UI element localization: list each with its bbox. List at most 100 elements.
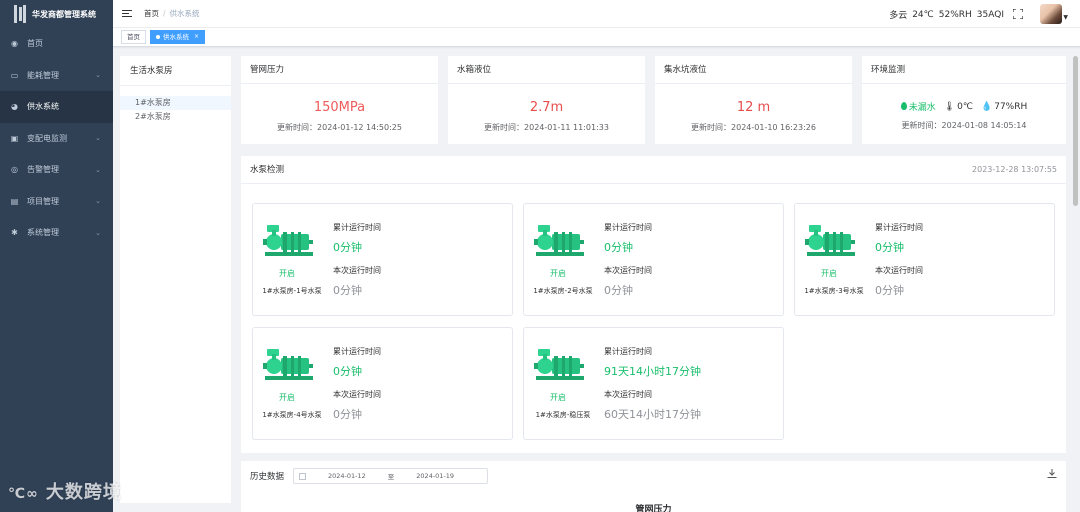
sidebar-item-label: 系统管理 bbox=[27, 228, 59, 238]
current-runtime-value: 60天14小时17分钟 bbox=[604, 408, 701, 421]
pump-card[interactable]: 开启 1#水泵房-稳压泵 累计运行时间 91天14小时17分钟 本次运行时间 60天14小… bbox=[523, 327, 784, 440]
pump-name: 1#水泵房-稳压泵 bbox=[535, 411, 591, 419]
weather-humidity: 52%RH bbox=[938, 9, 972, 20]
range-separator: 至 bbox=[387, 473, 395, 481]
sidebar-item-3[interactable]: ▣ 变配电监测 ⌄ bbox=[0, 123, 113, 155]
camera-icon: ▣ bbox=[10, 133, 19, 143]
water-drop-icon bbox=[900, 102, 907, 110]
pump-card[interactable]: 开启 1#水泵房-3号水泵 累计运行时间 0分钟 本次运行时间 0分钟 bbox=[794, 203, 1055, 316]
weather-info: 多云 24℃ 52%RH 35AQI bbox=[889, 8, 1004, 22]
water-pump-icon bbox=[263, 222, 315, 258]
total-runtime-value: 0分钟 bbox=[333, 241, 362, 254]
pump-card[interactable]: 开启 1#水泵房-4号水泵 累计运行时间 0分钟 本次运行时间 0分钟 bbox=[252, 327, 513, 440]
page-scrollbar[interactable] bbox=[1073, 56, 1078, 206]
chart-title: 管网压力 bbox=[635, 505, 672, 512]
current-runtime-label: 本次运行时间 bbox=[604, 266, 652, 275]
sidebar-item-5[interactable]: ▤ 项目管理 ⌄ bbox=[0, 186, 113, 218]
card-title: 环境监测 bbox=[862, 56, 1066, 84]
tank-level-value: 2.7m bbox=[529, 100, 564, 115]
pressure-update-time: 更新时间：2024-01-12 14:50:25 bbox=[277, 123, 402, 132]
sidebar-item-6[interactable]: ✱ 系统管理 ⌄ bbox=[0, 217, 113, 249]
watermark-logo-icon: ℃∞ bbox=[8, 486, 39, 502]
hamburger-icon[interactable] bbox=[122, 9, 132, 18]
sidebar-item-2[interactable]: ◕ 供水系统 bbox=[0, 91, 113, 123]
water-pump-icon bbox=[534, 222, 586, 258]
tree-item-room-1[interactable]: 1#水泵房 bbox=[120, 96, 231, 110]
chevron-down-icon[interactable]: ▼ bbox=[1063, 14, 1068, 21]
pump-state: 开启 bbox=[550, 393, 566, 402]
pump-monitor-section: 水泵检测 2023-12-28 13:07:55 开启 1#水泵房-1号水泵 累计运… bbox=[241, 156, 1066, 453]
pit-level-card: 集水坑液位 12 m 更新时间：2024-01-10 16:23:26 bbox=[655, 56, 852, 144]
brand-logo-icon bbox=[14, 5, 26, 23]
tank-level-card: 水箱液位 2.7m 更新时间：2024-01-11 11:01:33 bbox=[448, 56, 645, 144]
history-section: 历史数据 2024-01-12 至 2024-01-19 管网压力 bbox=[241, 461, 1066, 512]
current-runtime-label: 本次运行时间 bbox=[604, 390, 652, 399]
humidity-icon: 💧 bbox=[981, 101, 993, 112]
end-date[interactable]: 2024-01-19 bbox=[416, 472, 454, 480]
total-runtime-value: 91天14小时17分钟 bbox=[604, 365, 701, 378]
current-runtime-value: 0分钟 bbox=[333, 284, 362, 297]
sidebar-item-label: 变配电监测 bbox=[27, 133, 67, 143]
active-dot-icon bbox=[156, 35, 160, 39]
download-icon[interactable] bbox=[1047, 469, 1057, 479]
chevron-down-icon: ⌄ bbox=[95, 165, 101, 174]
pump-name: 1#水泵房-1号水泵 bbox=[262, 287, 322, 295]
chevron-down-icon: ⌄ bbox=[95, 134, 101, 143]
pump-state: 开启 bbox=[550, 269, 566, 278]
pressure-card: 管网压力 150MPa 更新时间：2024-01-12 14:50:25 bbox=[241, 56, 438, 144]
weather-temp: 24℃ bbox=[912, 9, 934, 20]
env-temperature: 🌡 0℃ bbox=[944, 102, 973, 112]
sidebar: 华发商都管理系统 ◉ 首页 ▭ 能耗管理 ⌄ ◕ 供水系统 ▣ 变配电监测 ⌄ ◎ 告警管理 ⌄ ▤ 项目管… bbox=[0, 0, 113, 512]
sidebar-item-1[interactable]: ▭ 能耗管理 ⌄ bbox=[0, 60, 113, 92]
current-runtime-value: 0分钟 bbox=[875, 284, 904, 297]
current-runtime-value: 0分钟 bbox=[333, 408, 362, 421]
pump-name: 1#水泵房-4号水泵 bbox=[262, 411, 322, 419]
breadcrumb-current: 供水系统 bbox=[169, 9, 200, 18]
water-pump-icon bbox=[805, 222, 857, 258]
close-icon[interactable]: × bbox=[194, 31, 199, 43]
sidebar-item-0[interactable]: ◉ 首页 bbox=[0, 28, 113, 60]
pressure-value: 150MPa bbox=[313, 100, 366, 115]
card-title: 水箱液位 bbox=[448, 56, 645, 84]
tree-item-room-2[interactable]: 2#水泵房 bbox=[120, 110, 231, 124]
current-runtime-value: 0分钟 bbox=[604, 284, 633, 297]
chevron-down-icon: ⌄ bbox=[95, 228, 101, 237]
sidebar-item-4[interactable]: ◎ 告警管理 ⌄ bbox=[0, 154, 113, 186]
tags-view: 首页 供水系统 × bbox=[113, 28, 1080, 47]
pit-update-time: 更新时间：2024-01-10 16:23:26 bbox=[691, 123, 816, 132]
section-timestamp: 2023-12-28 13:07:55 bbox=[972, 165, 1057, 174]
total-runtime-value: 0分钟 bbox=[604, 241, 633, 254]
sidebar-item-label: 能耗管理 bbox=[27, 70, 59, 80]
pump-name: 1#水泵房-2号水泵 bbox=[533, 287, 593, 295]
total-runtime-label: 累计运行时间 bbox=[875, 223, 923, 232]
chevron-down-icon: ⌄ bbox=[95, 197, 101, 206]
current-runtime-label: 本次运行时间 bbox=[875, 266, 923, 275]
start-date[interactable]: 2024-01-12 bbox=[328, 472, 366, 480]
breadcrumb-home[interactable]: 首页 bbox=[144, 8, 159, 19]
tab-label: 供水系统 bbox=[163, 33, 189, 41]
fullscreen-icon[interactable] bbox=[1013, 9, 1023, 19]
pump-card[interactable]: 开启 1#水泵房-1号水泵 累计运行时间 0分钟 本次运行时间 0分钟 bbox=[252, 203, 513, 316]
avatar[interactable] bbox=[1040, 4, 1062, 24]
pump-name: 1#水泵房-3号水泵 bbox=[804, 287, 864, 295]
current-runtime-label: 本次运行时间 bbox=[333, 390, 381, 399]
date-range-picker[interactable]: 2024-01-12 至 2024-01-19 bbox=[293, 468, 488, 484]
pump-state: 开启 bbox=[279, 393, 295, 402]
pump-state: 开启 bbox=[279, 269, 295, 278]
tree-title: 生活水泵房 bbox=[120, 56, 231, 86]
tab-water-supply[interactable]: 供水系统 × bbox=[150, 30, 206, 44]
current-runtime-label: 本次运行时间 bbox=[333, 266, 381, 275]
leak-text: 未漏水 bbox=[908, 103, 936, 113]
monitor-icon: ▭ bbox=[10, 70, 19, 80]
water-pump-icon bbox=[263, 346, 315, 382]
thermometer-icon: 🌡 bbox=[943, 101, 956, 112]
total-runtime-label: 累计运行时间 bbox=[333, 223, 381, 232]
pump-card[interactable]: 开启 1#水泵房-2号水泵 累计运行时间 0分钟 本次运行时间 0分钟 bbox=[523, 203, 784, 316]
sidebar-menu: ◉ 首页 ▭ 能耗管理 ⌄ ◕ 供水系统 ▣ 变配电监测 ⌄ ◎ 告警管理 ⌄ ▤ 项目管理 ⌄ ✱ 系统管理 ⌄ bbox=[0, 28, 113, 249]
pump-room-tree: 生活水泵房 1#水泵房 2#水泵房 bbox=[120, 56, 231, 503]
gear-icon: ✱ bbox=[11, 228, 18, 238]
tab-home[interactable]: 首页 bbox=[121, 30, 146, 44]
card-title: 管网压力 bbox=[241, 56, 438, 84]
environment-readings: 未漏水 🌡 0℃ 💧 77%RH bbox=[862, 100, 1066, 113]
total-runtime-value: 0分钟 bbox=[333, 365, 362, 378]
